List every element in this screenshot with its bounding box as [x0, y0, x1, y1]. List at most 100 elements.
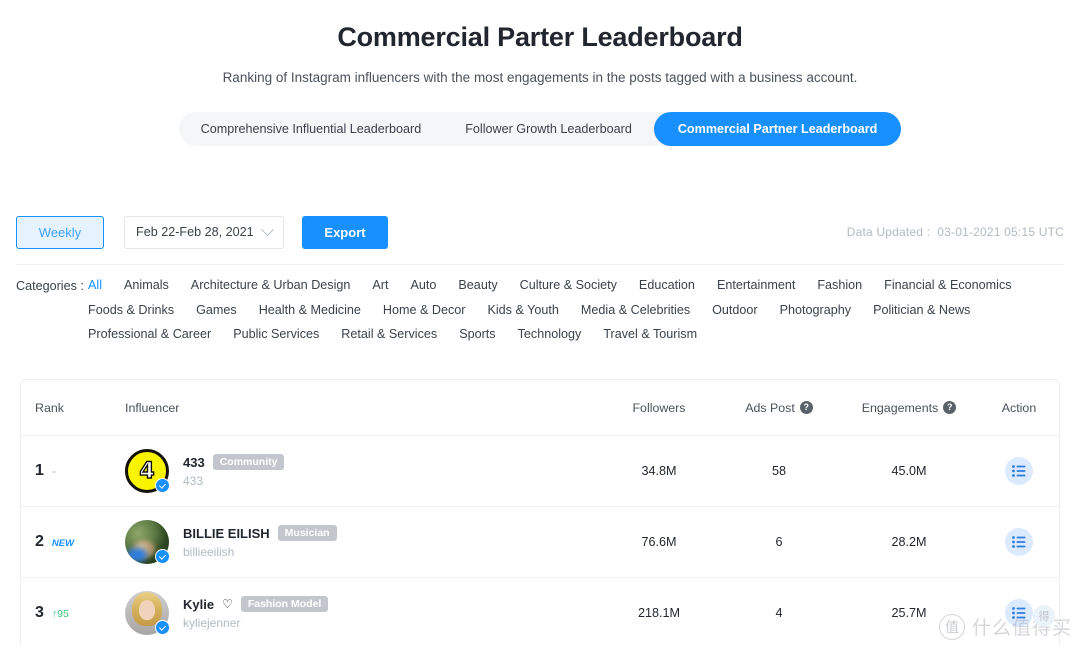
category-foods-drinks[interactable]: Foods & Drinks	[88, 303, 174, 317]
export-button[interactable]: Export	[302, 215, 388, 249]
ads-post-value: 58	[771, 464, 786, 478]
category-technology[interactable]: Technology	[518, 327, 582, 341]
category-architecture-urban-design[interactable]: Architecture & Urban Design	[191, 278, 351, 292]
category-sports[interactable]: Sports	[459, 327, 495, 341]
influencer-handle: billieeilish	[183, 545, 235, 559]
tab-comprehensive-influential[interactable]: Comprehensive Influential Leaderboard	[179, 112, 444, 146]
table-row[interactable]: 2 NEW BILLIE EILISH Musician billieeilis…	[21, 507, 1059, 578]
data-updated-label: Data Updated :	[846, 225, 931, 239]
action-list-button[interactable]	[1005, 457, 1033, 485]
chevron-down-icon	[261, 222, 274, 236]
influencer-tag: Musician	[277, 525, 337, 541]
category-travel-tourism[interactable]: Travel & Tourism	[603, 327, 697, 341]
rank-cell: 3 ↑95	[21, 604, 125, 622]
categories-label: Categories :	[16, 279, 84, 293]
action-list-button[interactable]	[1005, 599, 1033, 627]
categories-row-2: Foods & Drinks Games Health & Medicine H…	[16, 303, 1064, 317]
influencer-cell: 4 433 Community 433	[125, 449, 599, 493]
category-professional-career[interactable]: Professional & Career	[88, 327, 211, 341]
rank-change: NEW	[51, 538, 75, 549]
category-auto[interactable]: Auto	[410, 278, 436, 292]
column-header-rank: Rank	[35, 400, 64, 415]
column-header-action: Action	[1001, 400, 1037, 415]
category-fashion[interactable]: Fashion	[817, 278, 862, 292]
rank-number: 2	[35, 533, 44, 550]
rank-cell: 1 -	[21, 462, 125, 480]
list-icon	[1012, 536, 1026, 548]
action-cell	[979, 528, 1059, 556]
list-icon	[1012, 607, 1026, 619]
category-politician-news[interactable]: Politician & News	[873, 303, 970, 317]
rank-number: 3	[35, 604, 44, 621]
category-home-decor[interactable]: Home & Decor	[383, 303, 466, 317]
column-header-influencer: Influencer	[125, 400, 180, 415]
table-row[interactable]: 3 ↑95 Kylie ♡ Fashion Model kyliejenner	[21, 578, 1059, 646]
leaderboard-tabs: Comprehensive Influential Leaderboard Fo…	[178, 112, 902, 146]
influencer-name[interactable]: BILLIE EILISH	[183, 526, 270, 541]
avatar[interactable]	[125, 591, 170, 635]
category-entertainment[interactable]: Entertainment	[717, 278, 795, 292]
column-header-ads-post-label: Ads Post	[745, 400, 795, 415]
categories-filter: Categories : All Animals Architecture & …	[16, 278, 1064, 351]
category-art[interactable]: Art	[372, 278, 388, 292]
category-kids-youth[interactable]: Kids & Youth	[487, 303, 558, 317]
influencer-handle: 433	[183, 474, 204, 488]
column-header-engagements-label: Engagements	[861, 400, 939, 415]
action-cell	[979, 457, 1059, 485]
followers-value: 218.1M	[637, 606, 680, 620]
heart-icon: ♡	[222, 597, 233, 611]
influencer-tag: Fashion Model	[240, 596, 329, 612]
page-subtitle: Ranking of Instagram influencers with th…	[222, 70, 858, 85]
list-icon	[1012, 465, 1026, 477]
followers-value: 34.8M	[641, 464, 677, 478]
category-education[interactable]: Education	[639, 278, 695, 292]
verified-badge-icon	[155, 620, 170, 635]
category-outdoor[interactable]: Outdoor	[712, 303, 758, 317]
date-range-value: Feb 22-Feb 28, 2021	[136, 225, 254, 239]
tab-follower-growth[interactable]: Follower Growth Leaderboard	[443, 112, 654, 146]
category-media-celebrities[interactable]: Media & Celebrities	[581, 303, 690, 317]
toolbar: Weekly Feb 22-Feb 28, 2021 Export Data U…	[0, 215, 1080, 249]
leaderboard-table: Rank Influencer Followers Ads Post ? Eng…	[20, 379, 1060, 646]
help-icon-ads-post[interactable]: ?	[799, 401, 813, 414]
category-games[interactable]: Games	[196, 303, 237, 317]
page-title: Commercial Parter Leaderboard	[337, 22, 743, 52]
verified-badge-icon	[155, 549, 170, 564]
category-financial-economics[interactable]: Financial & Economics	[884, 278, 1011, 292]
engagements-value: 45.0M	[891, 464, 927, 478]
data-updated-value: 03-01-2021 05:15 UTC	[937, 225, 1064, 239]
avatar[interactable]: 4	[125, 449, 170, 493]
category-health-medicine[interactable]: Health & Medicine	[259, 303, 361, 317]
weekly-button[interactable]: Weekly	[16, 215, 104, 249]
influencer-cell: BILLIE EILISH Musician billieeilish	[125, 520, 599, 564]
leaderboard-page: Commercial Parter Leaderboard Ranking of…	[0, 0, 1080, 646]
category-photography[interactable]: Photography	[780, 303, 851, 317]
rank-change: -	[51, 464, 56, 478]
column-header-ads-post: Ads Post ?	[719, 401, 839, 415]
rank-number: 1	[35, 462, 44, 479]
categories-row-3: Professional & Career Public Services Re…	[16, 327, 1064, 341]
category-all[interactable]: All	[88, 278, 102, 292]
help-icon-engagements[interactable]: ?	[943, 401, 957, 414]
action-list-button[interactable]	[1005, 528, 1033, 556]
category-culture-society[interactable]: Culture & Society	[520, 278, 617, 292]
engagements-value: 25.7M	[891, 606, 927, 620]
category-retail-services[interactable]: Retail & Services	[341, 327, 437, 341]
influencer-cell: Kylie ♡ Fashion Model kyliejenner	[125, 591, 599, 635]
date-range-picker[interactable]: Feb 22-Feb 28, 2021	[124, 215, 284, 249]
influencer-tag: Community	[212, 454, 285, 470]
tab-commercial-partner[interactable]: Commercial Partner Leaderboard	[653, 112, 902, 146]
category-public-services[interactable]: Public Services	[233, 327, 319, 341]
rank-change: ↑95	[51, 608, 69, 620]
toolbar-divider	[16, 264, 1064, 265]
influencer-name[interactable]: Kylie	[183, 597, 214, 612]
followers-value: 76.6M	[641, 535, 677, 549]
category-animals[interactable]: Animals	[124, 278, 169, 292]
verified-badge-icon	[155, 478, 170, 493]
category-beauty[interactable]: Beauty	[458, 278, 497, 292]
engagements-value: 28.2M	[891, 535, 927, 549]
table-row[interactable]: 1 - 4 433 Community 433 34.8M 58 45.0M	[21, 436, 1059, 507]
action-cell	[979, 599, 1059, 627]
influencer-name[interactable]: 433	[183, 455, 205, 470]
avatar[interactable]	[125, 520, 170, 564]
